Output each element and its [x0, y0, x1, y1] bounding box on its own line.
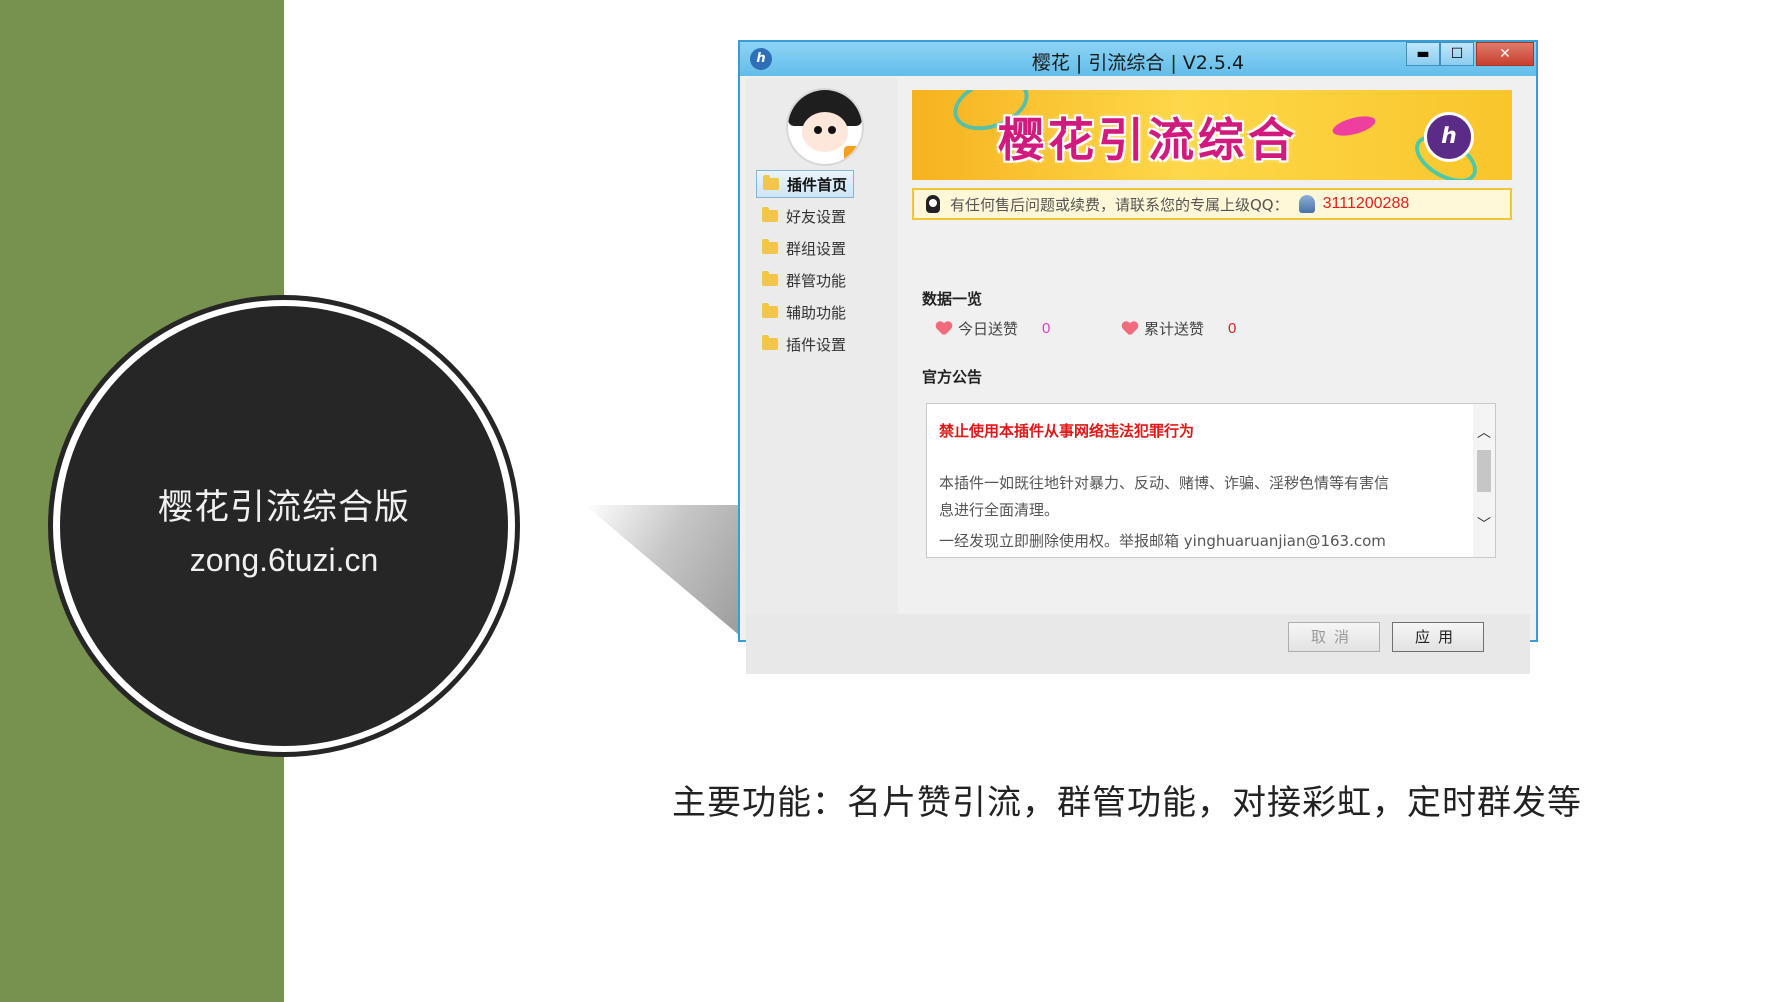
announcement-line: 一经发现立即删除使用权。举报邮箱 yinghuaruanjian@163.com [939, 532, 1386, 550]
banner-logo-icon: ℎ [1424, 112, 1474, 162]
notice-text: 有任何售后问题或续费，请联系您的专属上级QQ： [950, 195, 1289, 214]
vip-badge-icon [844, 146, 860, 162]
announcement-body: 本插件一如既往地针对暴力、反动、赌博、诈骗、淫秽色情等有害信 息进行全面清理。 … [939, 470, 1469, 555]
contact-qq-number[interactable]: 3111200288 [1323, 195, 1410, 213]
maximize-button[interactable]: ☐ [1440, 42, 1474, 66]
today-likes-value: 0 [1042, 320, 1051, 337]
today-likes-stat: 今日送赞 0 [936, 318, 1050, 339]
total-likes-stat: 累计送赞 0 [1122, 318, 1236, 339]
data-overview-title: 数据一览 [922, 290, 983, 308]
sidebar-item-home[interactable]: 插件首页 [756, 170, 854, 198]
feature-caption: 主要功能：名片赞引流，群管功能，对接彩虹，定时群发等 [672, 783, 1582, 823]
sidebar-item-label: 插件首页 [787, 175, 848, 194]
sidebar-item-label: 群管功能 [786, 271, 847, 290]
today-likes-label: 今日送赞 [958, 320, 1019, 338]
title-bar[interactable]: ℎ 樱花 | 引流综合 | V2.5.4 ▬ ☐ ✕ [740, 42, 1536, 76]
banner-title: 樱花引流综合 [998, 113, 1298, 167]
close-button[interactable]: ✕ [1476, 42, 1534, 66]
avatar [786, 88, 864, 166]
qq-penguin-icon [926, 195, 940, 213]
window-body: 插件首页 好友设置 群组设置 群管功能 辅助功能 插件设置 樱花引流综合 ℎ 有… [746, 78, 1530, 674]
total-likes-label: 累计送赞 [1144, 320, 1205, 338]
sidebar-item-label: 辅助功能 [786, 303, 847, 322]
sidebar-item-assist[interactable]: 辅助功能 [756, 298, 854, 326]
sidebar-item-group-admin[interactable]: 群管功能 [756, 266, 854, 294]
heart-icon [936, 322, 952, 336]
folder-icon [762, 207, 778, 222]
announcement-heading: 禁止使用本插件从事网络违法犯罪行为 [939, 422, 1195, 440]
contact-person-icon [1298, 195, 1315, 213]
announcement-title: 官方公告 [922, 368, 983, 386]
announcement-box[interactable]: 禁止使用本插件从事网络违法犯罪行为 本插件一如既往地针对暴力、反动、赌博、诈骗、… [926, 403, 1496, 558]
folder-icon [762, 335, 778, 350]
folder-icon [762, 271, 778, 286]
apply-button[interactable]: 应用 [1392, 622, 1484, 652]
heart-plus-icon [1122, 322, 1138, 336]
chevron-up-icon[interactable]: ︿ [1473, 422, 1495, 444]
circle-title: 樱花引流综合版 [157, 488, 410, 528]
total-likes-value: 0 [1228, 320, 1237, 337]
scroll-thumb[interactable] [1477, 450, 1491, 492]
window-shadow [585, 505, 745, 640]
app-window: ℎ 樱花 | 引流综合 | V2.5.4 ▬ ☐ ✕ 插件首页 好友设置 群组设… [738, 40, 1538, 674]
cancel-button[interactable]: 取消 [1288, 622, 1380, 652]
announcement-scrollbar[interactable]: ︿ ﹀ [1473, 404, 1495, 557]
sidebar-item-plugin-settings[interactable]: 插件设置 [756, 330, 854, 358]
announcement-line: 本插件一如既往地针对暴力、反动、赌博、诈骗、淫秽色情等有害信 [939, 474, 1390, 492]
circle-url: zong.6tuzi.cn [189, 542, 379, 578]
folder-icon [763, 175, 779, 190]
contact-notice: 有任何售后问题或续费，请联系您的专属上级QQ： 3111200288 [912, 188, 1512, 220]
sidebar-item-label: 插件设置 [786, 335, 847, 354]
sidebar-item-groups[interactable]: 群组设置 [756, 234, 854, 262]
announcement-line: 息进行全面清理。 [939, 501, 1060, 519]
folder-icon [762, 239, 778, 254]
chevron-down-icon[interactable]: ﹀ [1473, 514, 1495, 536]
banner: 樱花引流综合 ℎ [912, 90, 1512, 180]
folder-icon [762, 303, 778, 318]
sidebar-item-friends[interactable]: 好友设置 [756, 202, 854, 230]
sidebar-item-label: 好友设置 [786, 207, 847, 226]
title-circle: 樱花引流综合版 zong.6tuzi.cn [60, 306, 508, 746]
sidebar-nav: 插件首页 好友设置 群组设置 群管功能 辅助功能 插件设置 [756, 170, 896, 362]
sidebar-item-label: 群组设置 [786, 239, 847, 258]
minimize-button[interactable]: ▬ [1406, 42, 1440, 66]
sidebar: 插件首页 好友设置 群组设置 群管功能 辅助功能 插件设置 [746, 78, 898, 614]
